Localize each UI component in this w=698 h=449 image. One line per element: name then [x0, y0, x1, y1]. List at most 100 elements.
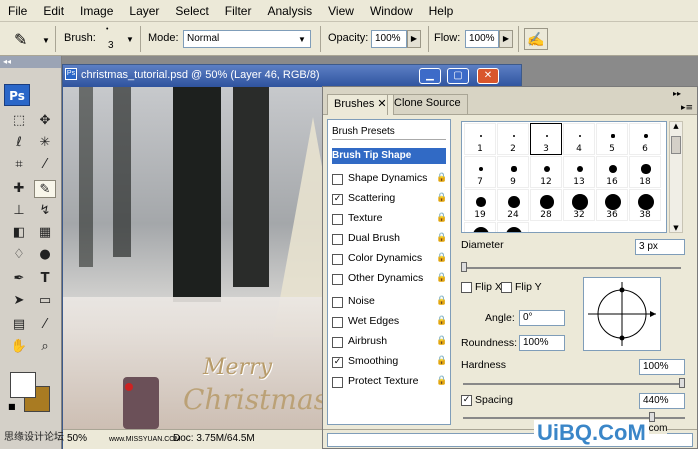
option-label[interactable]: Protect Texture	[348, 375, 418, 387]
flip-x-checkbox[interactable]	[461, 282, 472, 293]
pen-tool-icon[interactable]: ✒	[8, 270, 30, 288]
path-selection-icon[interactable]: ➤	[8, 292, 30, 310]
menu-image[interactable]: Image	[72, 4, 121, 18]
option-checkbox-shape-dynamics[interactable]	[332, 174, 343, 185]
option-checkbox-wet-edges[interactable]	[332, 317, 343, 328]
eyedropper-tool-icon[interactable]: ⁄	[34, 156, 56, 174]
collapse-icon[interactable]: ▸▸	[673, 89, 681, 98]
angle-roundness-preview[interactable]	[583, 277, 661, 351]
type-tool-icon[interactable]: T	[34, 270, 56, 288]
history-brush-icon[interactable]: ↯	[34, 202, 56, 220]
scroll-down-icon[interactable]: ▼	[670, 224, 682, 232]
lock-icon[interactable]: 🔒	[436, 296, 447, 306]
menu-layer[interactable]: Layer	[121, 4, 167, 18]
option-label[interactable]: Scattering	[348, 192, 395, 204]
lock-icon[interactable]: 🔒	[436, 273, 447, 283]
option-checkbox-smoothing[interactable]: ✓	[332, 357, 343, 368]
brush-tip-2[interactable]: 2	[497, 123, 529, 155]
magic-wand-icon[interactable]: ✳	[34, 134, 56, 152]
tool-preset-arrow-icon[interactable]: ▼	[42, 36, 50, 45]
brush-size[interactable]: 3	[108, 40, 114, 51]
crop-tool-icon[interactable]: ⌗	[8, 156, 30, 174]
opacity-arrow-icon[interactable]: ▶	[407, 30, 421, 48]
brush-tip-32[interactable]: 32	[563, 189, 595, 221]
brush-tip-12[interactable]: 12	[530, 156, 562, 188]
flow-arrow-icon[interactable]: ▶	[499, 30, 513, 48]
gradient-tool-icon[interactable]: ▦	[34, 224, 56, 242]
menu-filter[interactable]: Filter	[217, 4, 260, 18]
option-label[interactable]: Airbrush	[348, 335, 387, 347]
menu-select[interactable]: Select	[167, 4, 216, 18]
option-checkbox-color-dynamics[interactable]	[332, 254, 343, 265]
brush-tip-3[interactable]: 3	[530, 123, 562, 155]
lock-icon[interactable]: 🔒	[436, 253, 447, 263]
lasso-tool-icon[interactable]: ℓ	[8, 134, 30, 152]
brush-tip-19[interactable]: 19	[464, 189, 496, 221]
option-checkbox-airbrush[interactable]	[332, 337, 343, 348]
grid-scrollbar[interactable]: ▲ ▼	[669, 121, 683, 233]
minimize-button[interactable]: ▁	[419, 68, 441, 84]
mode-dropdown-icon[interactable]: ▼	[298, 35, 306, 44]
angle-input[interactable]: 0°	[519, 310, 565, 326]
brush-tip-28[interactable]: 28	[530, 189, 562, 221]
option-checkbox-other-dynamics[interactable]	[332, 274, 343, 285]
option-label[interactable]: Dual Brush	[348, 232, 400, 244]
hand-tool-icon[interactable]: ✋	[8, 338, 30, 356]
opacity-input[interactable]: 100%	[371, 30, 407, 48]
spacing-input[interactable]: 440%	[639, 393, 685, 409]
hardness-slider[interactable]	[463, 383, 685, 385]
move-tool-icon[interactable]: ✥	[34, 112, 56, 130]
brush-tip-7[interactable]: 7	[464, 156, 496, 188]
brush-tip-5[interactable]: 5	[596, 123, 628, 155]
menu-analysis[interactable]: Analysis	[259, 4, 320, 18]
healing-brush-icon[interactable]: ✚	[8, 180, 30, 198]
menu-window[interactable]: Window	[362, 4, 421, 18]
hardness-slider-thumb[interactable]	[679, 378, 685, 388]
lock-icon[interactable]: 🔒	[436, 356, 447, 366]
brush-tip-more[interactable]	[497, 222, 529, 232]
brush-tip-9[interactable]: 9	[497, 156, 529, 188]
brush-tip-shape-item[interactable]: Brush Tip Shape	[332, 148, 446, 164]
foreground-color-swatch[interactable]	[10, 372, 36, 398]
airbrush-icon[interactable]: ✍	[524, 28, 548, 50]
diameter-input[interactable]: 3 px	[635, 239, 685, 255]
brush-tip-38[interactable]: 38	[629, 189, 661, 221]
brush-tip-24[interactable]: 24	[497, 189, 529, 221]
brush-presets-item[interactable]: Brush Presets	[332, 124, 446, 140]
option-label[interactable]: Wet Edges	[348, 315, 399, 327]
dodge-tool-icon[interactable]: ●	[34, 246, 56, 264]
tab-brushes[interactable]: Brushes ✕	[327, 94, 394, 115]
lock-icon[interactable]: 🔒	[436, 336, 447, 346]
menu-view[interactable]: View	[320, 4, 362, 18]
option-label[interactable]: Shape Dynamics	[348, 172, 427, 184]
lock-icon[interactable]: 🔒	[436, 173, 447, 183]
option-checkbox-protect-texture[interactable]	[332, 377, 343, 388]
lock-icon[interactable]: 🔒	[436, 316, 447, 326]
spacing-checkbox[interactable]: ✓	[461, 395, 472, 406]
brush-tip-more[interactable]	[464, 222, 496, 232]
scroll-thumb[interactable]	[671, 136, 681, 154]
ps-logo[interactable]: Ps	[4, 84, 30, 106]
brush-picker-arrow-icon[interactable]: ▼	[126, 35, 134, 44]
lock-icon[interactable]: 🔒	[436, 213, 447, 223]
option-label[interactable]: Texture	[348, 212, 382, 224]
eyedropper-sample-icon[interactable]: ⁄	[34, 316, 56, 334]
menu-help[interactable]: Help	[421, 4, 462, 18]
spacing-slider-thumb[interactable]	[649, 412, 655, 422]
blur-tool-icon[interactable]: ♢	[8, 246, 30, 264]
maximize-button[interactable]: ▢	[447, 68, 469, 84]
option-checkbox-noise[interactable]	[332, 297, 343, 308]
close-button[interactable]: ✕	[477, 68, 499, 84]
flow-input[interactable]: 100%	[465, 30, 499, 48]
panel-menu-icon[interactable]: ▸≡	[681, 103, 693, 113]
shape-tool-icon[interactable]: ▭	[34, 292, 56, 310]
option-label[interactable]: Noise	[348, 295, 375, 307]
tab-clone-source[interactable]: Clone Source	[387, 94, 468, 115]
lock-icon[interactable]: 🔒	[436, 233, 447, 243]
zoom-level[interactable]: 50%	[67, 433, 87, 444]
mode-select[interactable]: Normal	[183, 30, 311, 48]
notes-tool-icon[interactable]: ▤	[8, 316, 30, 334]
brush-tip-18[interactable]: 18	[629, 156, 661, 188]
brush-tip-13[interactable]: 13	[563, 156, 595, 188]
brush-tool-icon[interactable]: ✎	[14, 30, 40, 50]
